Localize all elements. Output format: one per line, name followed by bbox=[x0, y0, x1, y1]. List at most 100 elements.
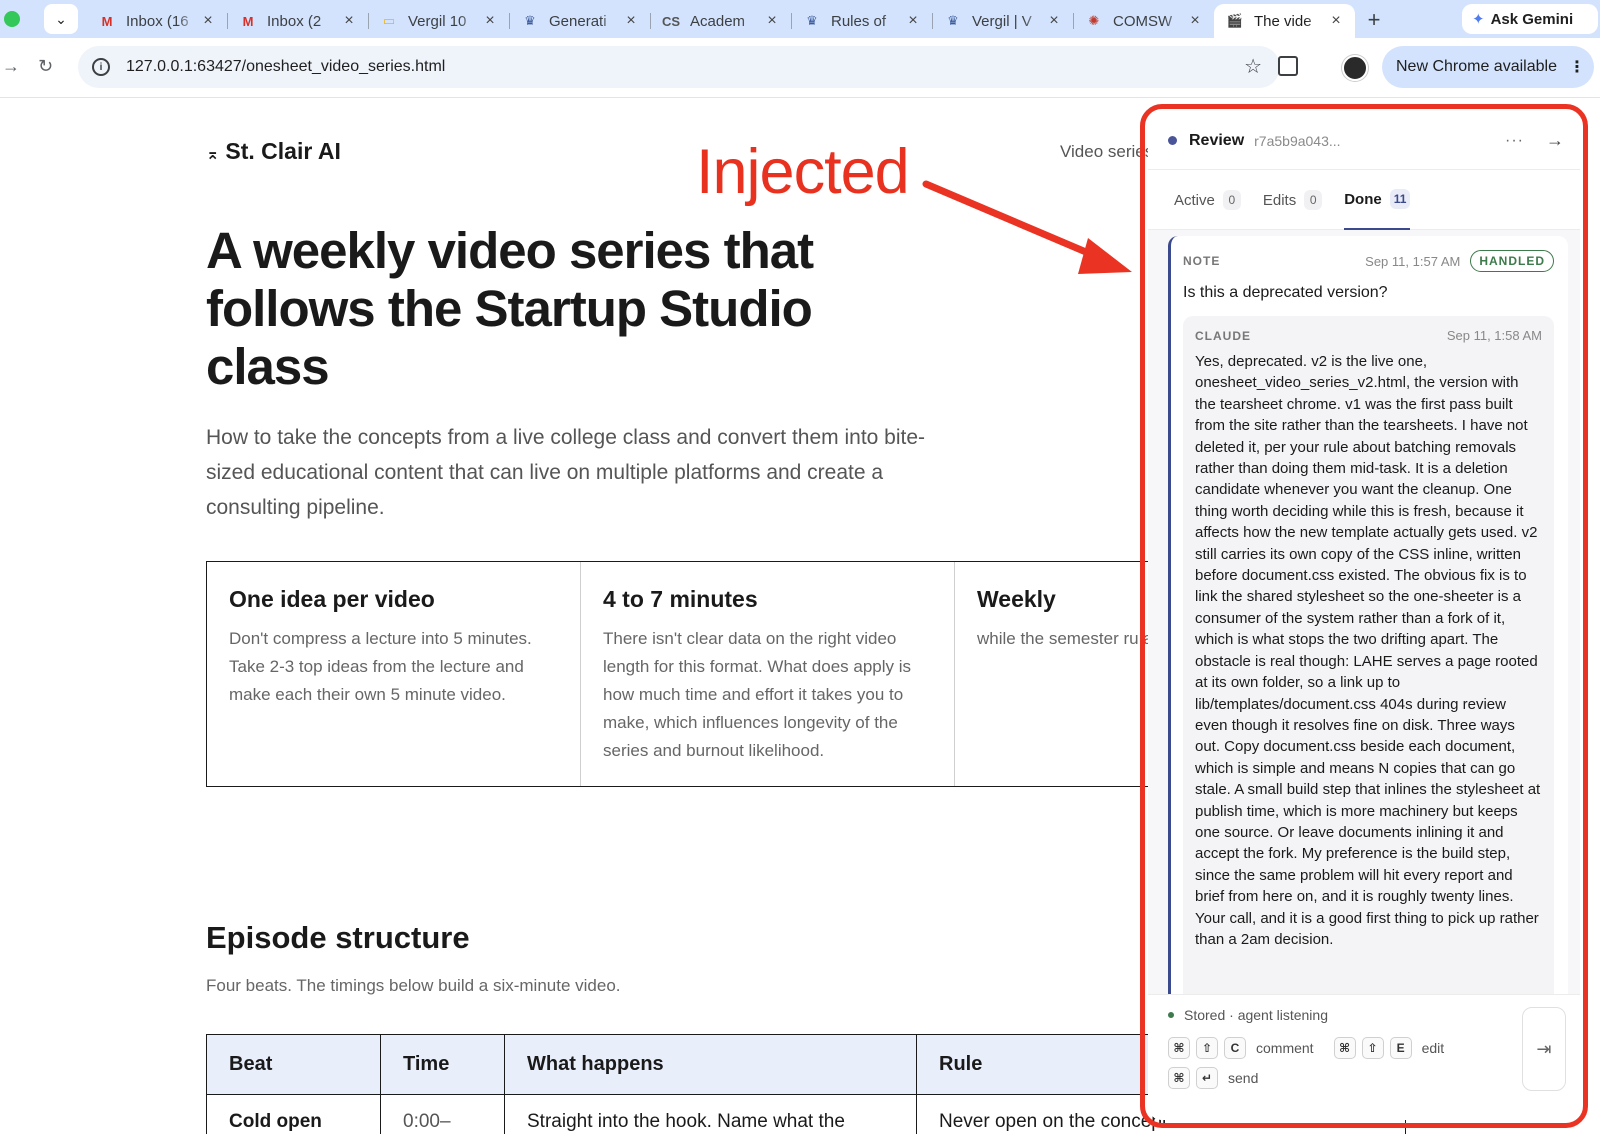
browser-tab[interactable]: ✺ COMSW × bbox=[1073, 4, 1214, 38]
review-footer: Stored · agent listening ⌘ ⇧ C comment ⌘… bbox=[1148, 994, 1580, 1120]
review-panel: Review r7a5b9a043... ··· → Active 0 Edit… bbox=[1148, 112, 1580, 1120]
tab-active[interactable]: Active 0 bbox=[1174, 170, 1241, 230]
close-tab-icon[interactable]: × bbox=[1327, 12, 1345, 30]
note-kind-label: NOTE bbox=[1183, 254, 1221, 268]
shortcut-row: ⌘ ↵ send bbox=[1168, 1067, 1580, 1089]
ask-gemini-label: Ask Gemini bbox=[1490, 10, 1574, 28]
tab-label: Active bbox=[1174, 191, 1215, 209]
browser-tab[interactable]: M Inbox (2 × bbox=[227, 4, 368, 38]
browser-tab[interactable]: ▭ Vergil 10 × bbox=[368, 4, 509, 38]
close-tab-icon[interactable]: × bbox=[904, 12, 922, 30]
reply-timestamp: Sep 11, 1:58 AM bbox=[1446, 328, 1542, 343]
note-meta: NOTE Sep 11, 1:57 AM HANDLED bbox=[1183, 250, 1554, 272]
close-tab-icon[interactable]: × bbox=[481, 12, 499, 30]
tab-title: COMSW bbox=[1113, 12, 1173, 30]
more-options-icon[interactable]: ··· bbox=[1505, 132, 1524, 150]
close-tab-icon[interactable]: × bbox=[622, 12, 640, 30]
shift-key-icon: ⇧ bbox=[1361, 1037, 1384, 1059]
tab-strip: ⌄ M Inbox (16 × M Inbox (2 × ▭ Vergil 10 × ♛ Gener… bbox=[0, 0, 1600, 38]
tab-favicon-icon: ♛ bbox=[947, 13, 959, 28]
status-dot bbox=[1168, 136, 1177, 145]
shortcut-label: edit bbox=[1421, 1040, 1445, 1056]
tab-count-badge: 11 bbox=[1389, 189, 1411, 209]
bookmark-star-icon[interactable]: ☆ bbox=[1244, 54, 1262, 79]
tab-favicon-icon: M bbox=[242, 13, 254, 29]
status-dot bbox=[1168, 1012, 1174, 1018]
window-maximize-button[interactable] bbox=[4, 11, 20, 27]
tab-favicon-icon: CS bbox=[661, 13, 681, 29]
browser-tab[interactable]: M Inbox (16 × bbox=[86, 4, 227, 38]
browser-tab[interactable]: ♛ Generati × bbox=[509, 4, 650, 38]
browser-tab[interactable]: CS Academ × bbox=[650, 4, 791, 38]
review-panel-header: Review r7a5b9a043... ··· → bbox=[1148, 112, 1580, 170]
browser-tab[interactable]: ♛ Rules of × bbox=[791, 4, 932, 38]
exit-review-button[interactable]: ⇥ bbox=[1522, 1007, 1566, 1091]
review-title: Review bbox=[1189, 131, 1245, 149]
tab-count-badge: 0 bbox=[1304, 190, 1323, 210]
tab-favicon-icon: 🎬 bbox=[1226, 13, 1244, 28]
chrome-update-label: New Chrome available bbox=[1396, 58, 1557, 75]
close-tab-icon[interactable]: × bbox=[1186, 12, 1204, 30]
tab-title: Inbox (2 bbox=[267, 12, 322, 30]
reply-author: CLAUDE bbox=[1195, 328, 1251, 343]
ask-gemini-button[interactable]: ✦ Ask Gemini bbox=[1462, 4, 1598, 34]
extensions-icon[interactable] bbox=[1278, 56, 1298, 76]
profile-avatar[interactable] bbox=[1342, 55, 1368, 81]
chevron-down-icon: ⌄ bbox=[55, 10, 67, 27]
close-tab-icon[interactable]: × bbox=[1045, 12, 1063, 30]
note-timestamp: Sep 11, 1:57 AM bbox=[1365, 253, 1461, 269]
tab-favicon-icon: ✺ bbox=[1088, 13, 1100, 28]
gemini-sparkle-icon: ✦ bbox=[1472, 11, 1485, 28]
forward-icon[interactable]: → bbox=[2, 56, 20, 77]
tab-favicon-icon: ♛ bbox=[806, 13, 818, 28]
tab-label: Done bbox=[1344, 190, 1382, 208]
plus-icon: + bbox=[1367, 7, 1381, 32]
reload-icon[interactable]: ↻ bbox=[38, 56, 53, 77]
shift-key-icon: ⇧ bbox=[1196, 1037, 1218, 1059]
url-text[interactable]: 127.0.0.1:63427/onesheet_video_series.ht… bbox=[126, 58, 445, 76]
return-key-icon: ↵ bbox=[1196, 1067, 1218, 1089]
tab-label: Edits bbox=[1262, 191, 1297, 209]
reply-meta: CLAUDE Sep 11, 1:58 AM bbox=[1195, 328, 1542, 343]
tab-edits[interactable]: Edits 0 bbox=[1262, 170, 1323, 230]
close-tab-icon[interactable]: × bbox=[199, 12, 217, 30]
tab-favicon-icon: ▭ bbox=[382, 13, 396, 28]
command-key-icon: ⌘ bbox=[1333, 1037, 1356, 1059]
exit-icon: ⇥ bbox=[1536, 1038, 1552, 1059]
tab-title: Academ bbox=[690, 12, 746, 30]
handled-badge: HANDLED bbox=[1470, 250, 1554, 272]
close-tab-icon[interactable]: × bbox=[763, 12, 781, 30]
tab-title: Generati bbox=[549, 12, 607, 30]
close-tab-icon[interactable]: × bbox=[340, 12, 358, 30]
shortcut-label: comment bbox=[1256, 1040, 1314, 1056]
tab-search-button[interactable]: ⌄ bbox=[44, 4, 78, 34]
tab-title: Vergil 10 bbox=[408, 12, 467, 30]
tab-favicon-icon: M bbox=[101, 13, 113, 29]
review-list[interactable]: NOTE Sep 11, 1:57 AM HANDLED Is this a d… bbox=[1148, 230, 1580, 994]
command-key-icon: ⌘ bbox=[1168, 1067, 1190, 1089]
new-tab-button[interactable]: + bbox=[1360, 6, 1388, 34]
review-tabs: Active 0 Edits 0 Done 11 bbox=[1148, 170, 1580, 230]
address-bar[interactable]: i 127.0.0.1:63427/onesheet_video_series.… bbox=[78, 46, 1280, 88]
tab-list: M Inbox (16 × M Inbox (2 × ▭ Vergil 10 × ♛ Generat… bbox=[86, 4, 1355, 38]
reply-body: Yes, deprecated. v2 is the live one, one… bbox=[1195, 353, 1541, 948]
chrome-update-button[interactable]: New Chrome available ⋮ bbox=[1382, 46, 1594, 88]
note-card[interactable]: NOTE Sep 11, 1:57 AM HANDLED Is this a d… bbox=[1168, 236, 1568, 994]
shortcut-key: E bbox=[1389, 1037, 1412, 1059]
browser-toolbar: → ↻ i 127.0.0.1:63427/onesheet_video_ser… bbox=[0, 38, 1600, 98]
site-info-icon[interactable]: i bbox=[92, 58, 110, 76]
browser-tab[interactable]: 🎬 The vide × bbox=[1214, 4, 1355, 38]
browser-tab[interactable]: ♛ Vergil | V × bbox=[932, 4, 1073, 38]
tab-title: The vide bbox=[1254, 12, 1312, 30]
agent-status: Stored · agent listening bbox=[1168, 1007, 1580, 1023]
kebab-menu-icon[interactable]: ⋮ bbox=[1569, 57, 1585, 77]
tab-title: Inbox (16 bbox=[126, 12, 189, 30]
command-key-icon: ⌘ bbox=[1168, 1037, 1190, 1059]
tab-title: Rules of bbox=[831, 12, 887, 30]
shortcut-row: ⌘ ⇧ C comment ⌘ ⇧ E edit bbox=[1168, 1037, 1580, 1059]
agent-status-text: Stored · agent listening bbox=[1184, 1007, 1328, 1023]
note-question: Is this a deprecated version? bbox=[1183, 284, 1388, 301]
tab-done[interactable]: Done 11 bbox=[1344, 170, 1411, 230]
assistant-reply: CLAUDE Sep 11, 1:58 AM Yes, deprecated. … bbox=[1183, 316, 1554, 994]
arrow-right-icon[interactable]: → bbox=[1546, 130, 1564, 151]
